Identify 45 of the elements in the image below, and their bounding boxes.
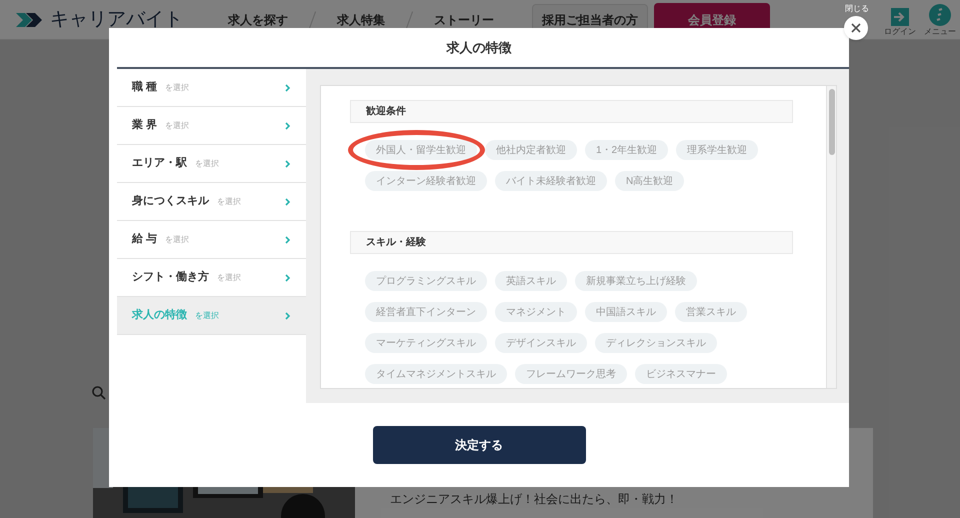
tag-chip[interactable]: N高生歓迎 xyxy=(615,171,684,191)
tag-chip[interactable]: ビジネスマナー xyxy=(635,364,727,384)
tag-chip[interactable]: プログラミングスキル xyxy=(365,271,487,291)
tag-chip[interactable]: 1・2年生歓迎 xyxy=(585,140,668,160)
login-icon[interactable] xyxy=(891,8,909,26)
scrollbar[interactable] xyxy=(826,86,836,388)
tag-chip[interactable]: フレームワーク思考 xyxy=(515,364,627,384)
section-header: 歓迎条件 xyxy=(350,100,793,123)
tag-chip[interactable]: 英語スキル xyxy=(495,271,567,291)
nav-link[interactable]: 求人を探す xyxy=(228,10,288,28)
nav-link[interactable]: ストーリー xyxy=(434,10,494,28)
tag-chip[interactable]: マーケティングスキル xyxy=(365,333,487,353)
tag-chip[interactable]: インターン経験者歓迎 xyxy=(365,171,487,191)
chevron-icon xyxy=(285,198,291,206)
tag-chip[interactable]: タイムマネジメントスキル xyxy=(365,364,507,384)
tag-chip[interactable]: デザインスキル xyxy=(495,333,587,353)
tag-chip[interactable]: 中国語スキル xyxy=(585,302,667,322)
tag-chip[interactable]: ディレクションスキル xyxy=(595,333,717,353)
tag-chip[interactable]: 経営者直下インターン xyxy=(365,302,487,322)
menu-icon[interactable] xyxy=(929,4,951,26)
modal-title: 求人の特徴 xyxy=(445,38,512,57)
section-header: スキル・経験 xyxy=(350,231,793,254)
search-icon xyxy=(92,386,106,400)
close-icon xyxy=(851,23,861,33)
tag-chip[interactable]: バイト未経験者歓迎 xyxy=(495,171,607,191)
chevron-icon xyxy=(285,236,291,244)
chevron-icon xyxy=(285,122,291,130)
tag-chip[interactable]: 理系学生歓迎 xyxy=(676,140,758,160)
card-text: エンジニアスキル爆上げ！社会に出たら、即・戦力！ xyxy=(390,491,678,506)
tag-chip[interactable]: 営業スキル xyxy=(675,302,747,322)
tag-chip[interactable]: マネジメント xyxy=(495,302,577,322)
chevron-icon xyxy=(285,84,291,92)
logo-icon xyxy=(16,10,42,28)
login-label: ログイン xyxy=(884,26,916,38)
chevron-icon xyxy=(285,312,291,320)
chevron-icon xyxy=(285,274,291,282)
menu-label: メニュー xyxy=(924,26,956,38)
sidebar-item[interactable]: 求人の特徴 を選択 xyxy=(117,297,306,335)
close-label: 閉じる xyxy=(845,3,869,15)
submit-button[interactable]: 決定する xyxy=(372,426,586,464)
tag-chip[interactable]: 外国人・留学生歓迎 xyxy=(365,140,477,160)
tag-chip[interactable]: 新規事業立ち上げ経験 xyxy=(575,271,697,291)
nav-link[interactable]: 求人特集 xyxy=(337,10,385,28)
tag-chip[interactable]: 他社内定者歓迎 xyxy=(485,140,577,160)
chevron-icon xyxy=(285,160,291,168)
